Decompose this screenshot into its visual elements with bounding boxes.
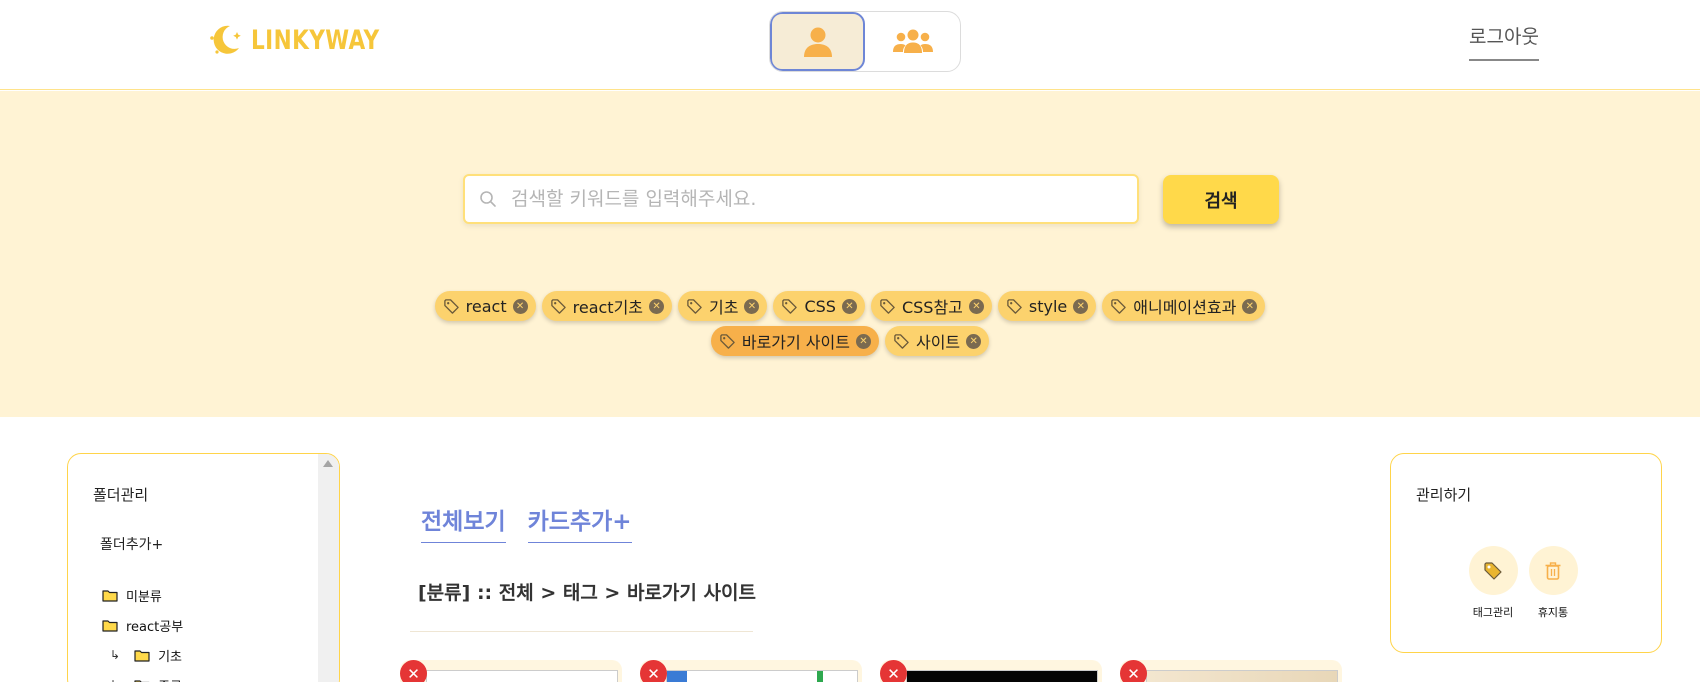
tag-manage-button[interactable]: 태그관리: [1463, 546, 1523, 620]
remove-tag-icon[interactable]: ✕: [966, 333, 982, 349]
tag-chip[interactable]: style ✕: [997, 291, 1097, 321]
folder-panel-title: 폴더관리: [93, 486, 149, 504]
tag-label: 바로가기 사이트: [741, 333, 850, 352]
folder-label: 기초: [158, 649, 182, 665]
tag-label: CSS: [804, 296, 836, 316]
trash-label: 휴지통: [1537, 606, 1569, 619]
tag-label: CSS참고: [901, 298, 963, 317]
scroll-up-arrow-icon[interactable]: [323, 460, 333, 467]
search-section: 검색 react✕react기초✕기초✕CSS✕CSS참고✕style✕애니메이…: [0, 91, 1700, 417]
card-thumbnail: [906, 670, 1098, 682]
tab-add-card[interactable]: 카드추가+: [527, 502, 632, 543]
link-card[interactable]: ✕: [640, 660, 862, 682]
remove-tag-icon[interactable]: ✕: [841, 298, 857, 314]
tag-icon: [1007, 298, 1022, 314]
manage-panel-title: 관리하기: [1416, 486, 1472, 504]
link-card[interactable]: ✕: [400, 660, 622, 682]
tag-icon: [687, 298, 702, 314]
delete-card-icon[interactable]: ✕: [640, 660, 667, 682]
folder-label: 미분류: [126, 589, 162, 605]
tag-icon: [880, 298, 895, 314]
folder-icon: [134, 649, 150, 662]
users-icon: [892, 29, 933, 53]
folder-item[interactable]: 미분류: [102, 580, 183, 610]
trash-circle: [1528, 546, 1578, 595]
sub-folder-arrow-icon: ↳: [110, 648, 121, 662]
folder-scrollbar[interactable]: [318, 454, 339, 682]
trash-button[interactable]: 휴지통: [1523, 546, 1583, 620]
tag-icon: [550, 298, 566, 314]
tag-chip[interactable]: react ✕: [434, 291, 536, 321]
folder-item[interactable]: ↳ 기초: [102, 640, 183, 670]
folder-panel: 폴더관리 폴더추가+ 미분류 react공부 ↳ 기초 ↳ 중급: [67, 453, 340, 682]
tag-chip[interactable]: CSS ✕: [773, 291, 865, 321]
tag-label: style: [1028, 296, 1068, 316]
folder-list: 미분류 react공부 ↳ 기초 ↳ 중급: [102, 580, 183, 682]
tag-manage-label: 태그관리: [1472, 606, 1514, 619]
user-icon: [803, 27, 832, 57]
tag-label: 사이트: [915, 333, 961, 352]
card-thumbnail: [1146, 670, 1338, 682]
folder-label: react공부: [126, 619, 184, 635]
personal-mode-button[interactable]: [770, 12, 866, 71]
tag-chip[interactable]: 바로가기 사이트 ✕: [710, 326, 879, 356]
search-box: [463, 174, 1139, 224]
folder-label: 중급: [158, 676, 182, 682]
trash-icon: [1545, 561, 1561, 580]
tag-chip[interactable]: react기초 ✕: [541, 291, 673, 321]
tag-chip[interactable]: 기초 ✕: [678, 291, 768, 321]
remove-tag-icon[interactable]: ✕: [512, 298, 528, 314]
tag-filter-list: react ✕ react기초 ✕ 기초 ✕ CSS ✕ CSS참고 ✕ style ✕ 애니메이션효과…: [0, 291, 1700, 356]
tag-icon: [720, 333, 735, 349]
tag-label: react: [465, 296, 507, 316]
folder-item[interactable]: react공부: [102, 610, 183, 640]
search-button[interactable]: 검색: [1163, 175, 1279, 224]
link-card[interactable]: ✕: [1120, 660, 1342, 682]
tag-chip[interactable]: 사이트 ✕: [884, 326, 990, 356]
remove-tag-icon[interactable]: ✕: [855, 333, 871, 349]
tag-icon: [443, 298, 459, 314]
tag-icon: [782, 298, 798, 314]
delete-card-icon[interactable]: ✕: [400, 660, 427, 682]
group-mode-button[interactable]: [865, 12, 960, 71]
search-icon: [480, 191, 496, 207]
link-card[interactable]: ✕: [880, 660, 1102, 682]
tag-manage-circle: [1468, 546, 1518, 595]
remove-tag-icon[interactable]: ✕: [744, 298, 760, 314]
tag-chip[interactable]: CSS참고 ✕: [870, 291, 992, 321]
logout-button[interactable]: 로그아웃: [1469, 22, 1539, 61]
breadcrumb: [분류] :: 전체 > 태그 > 바로가기 사이트: [418, 582, 756, 604]
delete-card-icon[interactable]: ✕: [880, 660, 907, 682]
folder-icon: [134, 679, 150, 682]
tag-chip[interactable]: 애니메이션효과 ✕: [1102, 291, 1266, 321]
tag-icon: [1484, 561, 1502, 580]
remove-tag-icon[interactable]: ✕: [968, 298, 984, 314]
delete-card-icon[interactable]: ✕: [1120, 660, 1147, 682]
tag-icon: [1111, 298, 1127, 314]
tag-label: react기초: [572, 298, 644, 317]
card-thumbnail: [666, 670, 858, 682]
breadcrumb-divider: [410, 631, 753, 632]
tab-view-all[interactable]: 전체보기: [421, 502, 506, 543]
remove-tag-icon[interactable]: ✕: [1242, 298, 1258, 314]
logo-moon-icon: [210, 25, 241, 54]
folder-item[interactable]: ↳ 중급: [102, 670, 183, 682]
remove-tag-icon[interactable]: ✕: [1073, 298, 1089, 314]
add-folder-button[interactable]: 폴더추가+: [100, 534, 163, 554]
logo[interactable]: LINKYWAY: [203, 18, 412, 62]
tag-icon: [894, 333, 909, 349]
mode-toggle: [769, 11, 961, 72]
folder-icon: [102, 619, 118, 632]
manage-panel: 관리하기 태그관리 휴지통: [1390, 453, 1662, 653]
logo-text: LINKYWAY: [251, 24, 380, 56]
top-header: LINKYWAY 로그아웃: [0, 0, 1700, 90]
remove-tag-icon[interactable]: ✕: [649, 298, 665, 314]
folder-icon: [102, 589, 118, 602]
main-tabs: 전체보기 카드추가+: [421, 502, 632, 543]
search-input[interactable]: [511, 188, 1111, 210]
card-thumbnail: [426, 670, 618, 682]
tag-label: 애니메이션효과: [1133, 298, 1237, 317]
sub-folder-arrow-icon: ↳: [110, 678, 120, 682]
tag-label: 기초: [709, 298, 739, 317]
